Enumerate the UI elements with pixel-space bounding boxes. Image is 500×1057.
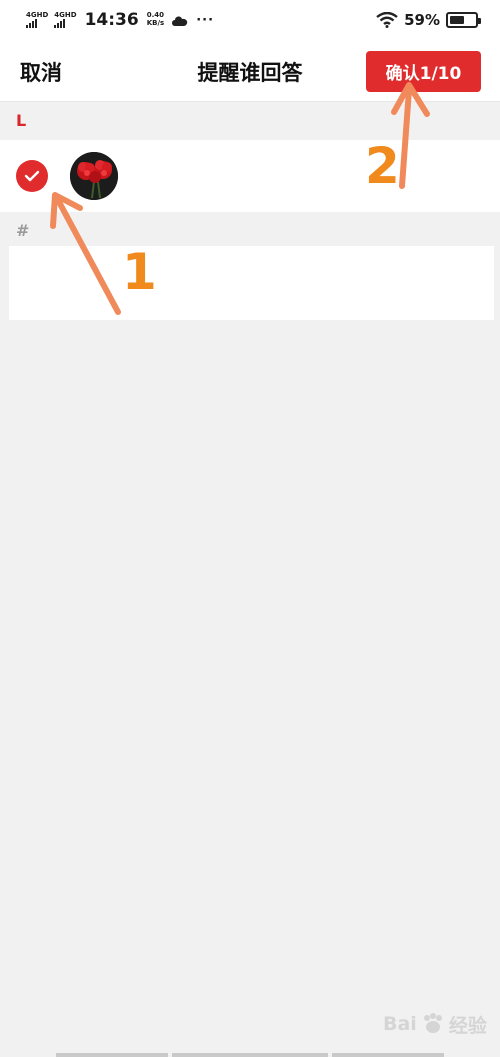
speed-unit: KB/s [146, 19, 165, 27]
cloud-icon [172, 16, 188, 26]
battery-level-fill [450, 16, 465, 24]
empty-list-block [9, 246, 494, 320]
annotation-number-1: 1 [122, 243, 157, 301]
battery-icon [446, 12, 481, 28]
baidu-jingyan-watermark: Bai 经验 [383, 1003, 491, 1045]
more-notifications-icon: ··· [196, 12, 215, 28]
confirm-button[interactable]: 确认1/10 [366, 51, 481, 92]
watermark-suffix: 经验 [448, 1014, 487, 1037]
red-carnation-avatar-image [70, 152, 118, 200]
battery-percent: 59% [404, 11, 440, 29]
cancel-button[interactable]: 取消 [20, 57, 62, 87]
bottom-edge-bars [0, 1050, 500, 1057]
selected-check-icon[interactable] [16, 160, 48, 192]
network-speed: 0.40 KB/s [147, 12, 164, 27]
status-time: 14:36 [84, 10, 139, 30]
wifi-icon [376, 12, 398, 28]
avatar [70, 152, 118, 200]
signal-bars-icon [54, 19, 66, 28]
status-left: 4GHD 4GHD 14:36 0.40 KB/s ··· [26, 10, 214, 30]
signal-indicator-1: 4GHD [26, 12, 48, 28]
section-header-l: L [16, 110, 27, 130]
network-type-label: 4GHD [26, 11, 49, 19]
nav-bar: 取消 提醒谁回答 确认1/10 [0, 40, 500, 102]
section-header-hash: # [16, 220, 30, 240]
annotation-number-2: 2 [365, 137, 400, 195]
paw-logo-icon [423, 1013, 442, 1033]
checkmark-icon [24, 170, 40, 182]
signal-indicator-2: 4GHD [54, 11, 77, 28]
signal-bars-icon [26, 19, 37, 28]
status-bar: 4GHD 4GHD 14:36 0.40 KB/s ··· 59% [0, 0, 500, 40]
status-right: 59% [376, 11, 481, 29]
network-type-label: 4GHD [54, 11, 77, 19]
watermark-text: Bai [383, 1013, 417, 1035]
